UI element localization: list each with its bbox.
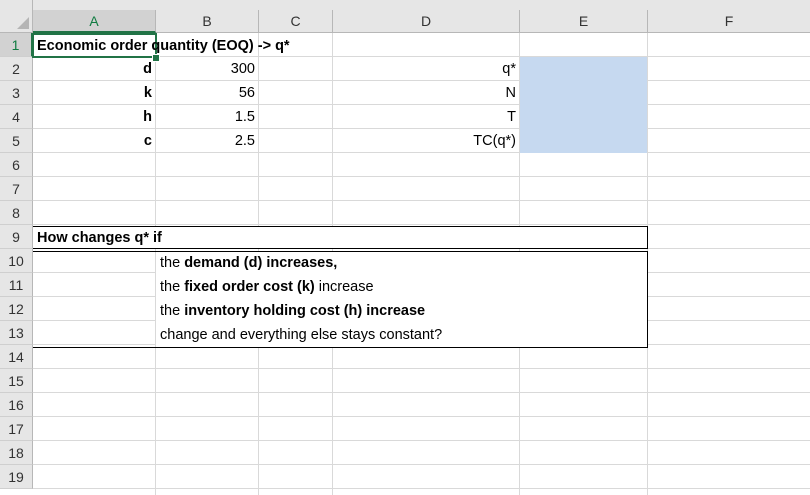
- gridline-row: [33, 224, 810, 225]
- text-run: the: [160, 279, 185, 295]
- gridline-row: [33, 392, 810, 393]
- row-header-9[interactable]: 9: [0, 225, 33, 249]
- param-label-c[interactable]: c: [33, 130, 156, 153]
- cell-b13[interactable]: change and everything else stays constan…: [160, 324, 442, 347]
- row-header-13[interactable]: 13: [0, 321, 33, 345]
- row-header-15[interactable]: 15: [0, 369, 33, 393]
- row-header-1[interactable]: 1: [0, 33, 33, 57]
- row-header-18[interactable]: 18: [0, 441, 33, 465]
- row-header-14[interactable]: 14: [0, 345, 33, 369]
- param-label-k[interactable]: k: [33, 82, 156, 105]
- param-value-c[interactable]: 2.5: [156, 130, 259, 153]
- text-run: the: [160, 255, 185, 271]
- gridline-row: [33, 176, 810, 177]
- row-header-6[interactable]: 6: [0, 153, 33, 177]
- row-header-8[interactable]: 8: [0, 201, 33, 225]
- output-label-t[interactable]: T: [333, 106, 520, 129]
- output-label-n[interactable]: N: [333, 82, 520, 105]
- cell-a1[interactable]: Economic order quantity (EOQ) -> q*: [37, 35, 290, 58]
- gridline-row: [33, 464, 810, 465]
- cell-b10[interactable]: the demand (d) increases,: [160, 252, 337, 275]
- row-header-7[interactable]: 7: [0, 177, 33, 201]
- text-run-bold: demand (d) increases,: [184, 255, 338, 271]
- gridline-row: [33, 416, 810, 417]
- param-value-h[interactable]: 1.5: [156, 106, 259, 129]
- row-header-19[interactable]: 19: [0, 465, 33, 489]
- column-header-a[interactable]: A: [33, 10, 156, 33]
- select-all-corner[interactable]: [0, 0, 33, 33]
- row-header-10[interactable]: 10: [0, 249, 33, 273]
- box-border: [33, 347, 648, 348]
- column-header-f[interactable]: F: [648, 10, 810, 33]
- row-header-12[interactable]: 12: [0, 297, 33, 321]
- output-label-q[interactable]: q*: [333, 58, 520, 81]
- text-run-bold: inventory holding cost (h) increase: [184, 303, 426, 319]
- merged-area-divider: [155, 252, 156, 347]
- gridline-row: [33, 440, 810, 441]
- gridline-row: [33, 488, 810, 489]
- output-label-tc[interactable]: TC(q*): [333, 130, 520, 153]
- column-header-e[interactable]: E: [520, 10, 648, 33]
- param-label-h[interactable]: h: [33, 106, 156, 129]
- select-all-triangle-icon: [17, 17, 29, 29]
- row-header-3[interactable]: 3: [0, 81, 33, 105]
- output-cells-fill[interactable]: [520, 57, 647, 153]
- row-header-5[interactable]: 5: [0, 129, 33, 153]
- column-header-b[interactable]: B: [156, 10, 259, 33]
- param-value-d[interactable]: 300: [156, 58, 259, 81]
- text-run: the: [160, 303, 185, 319]
- box-border: [647, 251, 648, 348]
- cell-b11[interactable]: the fixed order cost (k) increase: [160, 276, 374, 299]
- param-value-k[interactable]: 56: [156, 82, 259, 105]
- gridline-row: [33, 368, 810, 369]
- cell-a9[interactable]: How changes q* if: [37, 227, 162, 250]
- row-header-16[interactable]: 16: [0, 393, 33, 417]
- gridline-row: [33, 200, 810, 201]
- column-header-d[interactable]: D: [333, 10, 520, 33]
- text-run-bold: fixed order cost (k): [184, 279, 315, 295]
- row-header-2[interactable]: 2: [0, 57, 33, 81]
- text-run: increase: [314, 279, 374, 295]
- param-label-d[interactable]: d: [33, 58, 156, 81]
- column-header-c[interactable]: C: [259, 10, 333, 33]
- row-header-17[interactable]: 17: [0, 417, 33, 441]
- row-header-11[interactable]: 11: [0, 273, 33, 297]
- row-header-4[interactable]: 4: [0, 105, 33, 129]
- box-border: [647, 226, 648, 249]
- cell-b12[interactable]: the inventory holding cost (h) increase: [160, 300, 425, 323]
